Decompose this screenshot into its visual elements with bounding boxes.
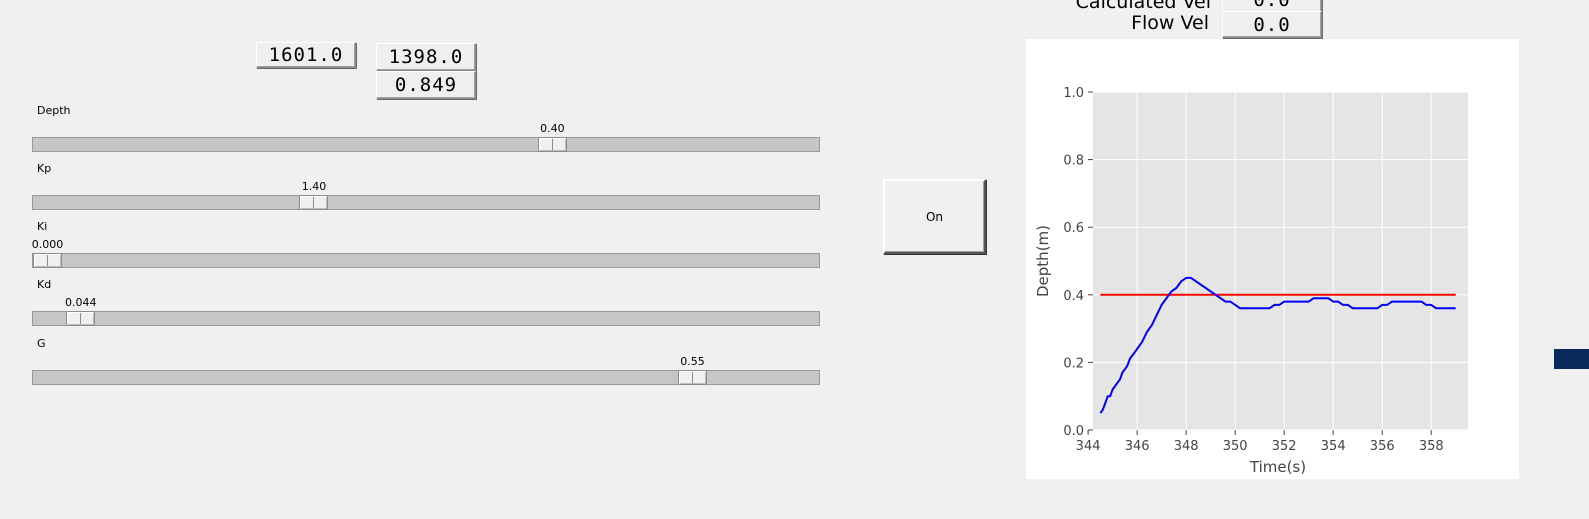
slider-kd-label: Kd (37, 278, 52, 291)
slider-ki-label: Ki (37, 220, 48, 233)
x-tick-label: 348 (1174, 439, 1199, 454)
readout-right-bottom: 0.849 (376, 71, 476, 99)
y-tick-label: 0.2 (1063, 356, 1084, 371)
slider-g-track[interactable] (32, 370, 820, 385)
flow-vel-label: Flow Vel (1131, 12, 1209, 34)
slider-depth-thumb[interactable] (537, 137, 567, 152)
slider-kp-value: 1.40 (301, 180, 327, 193)
slider-depth-track[interactable] (32, 137, 820, 152)
y-tick-label: 1.0 (1063, 86, 1084, 101)
x-tick-label: 354 (1321, 439, 1346, 454)
x-tick-label: 356 (1370, 439, 1395, 454)
slider-ki-track[interactable] (32, 253, 820, 268)
x-axis-label: Time(s) (1249, 458, 1306, 476)
y-tick-label: 0.6 (1063, 221, 1084, 236)
y-axis-label: Depth(m) (1034, 225, 1052, 297)
slider-g-label: G (37, 337, 46, 350)
slider-depth-label: Depth (37, 104, 71, 117)
slider-g-thumb[interactable] (677, 370, 707, 385)
y-tick-label: 0.8 (1063, 154, 1084, 169)
y-tick-label: 0.0 (1063, 424, 1084, 439)
x-tick-label: 344 (1076, 439, 1101, 454)
depth-chart: 344 346 348 350 352 354 356 358 0.0 0.2 0.4 0.6 0.8 1… (1034, 86, 1468, 476)
x-tick-label: 346 (1125, 439, 1150, 454)
readout-left: 1601.0 (256, 42, 356, 68)
slider-kp-track[interactable] (32, 195, 820, 210)
slider-g-value: 0.55 (680, 355, 705, 368)
readout-right-top: 1398.0 (376, 43, 476, 71)
slider-depth-value: 0.40 (540, 122, 565, 135)
slider-kd-track[interactable] (32, 311, 820, 326)
slider-kd-value: 0.044 (65, 296, 97, 309)
x-tick-label: 350 (1223, 439, 1248, 454)
y-tick-label: 0.4 (1063, 289, 1084, 304)
plot-panel: 344 346 348 350 352 354 356 358 0.0 0.2 0.4 0.6 0.8 1… (1026, 39, 1519, 479)
slider-kp-label: Kp (37, 162, 52, 175)
slider-kp-thumb[interactable] (299, 195, 329, 210)
flow-vel-field[interactable]: 0.0 (1222, 11, 1322, 38)
x-tick-label: 352 (1272, 439, 1297, 454)
x-tick-label: 358 (1419, 439, 1444, 454)
window-edge-strip (1554, 349, 1589, 369)
on-button[interactable]: On (883, 179, 986, 254)
slider-kd-thumb[interactable] (66, 311, 96, 326)
slider-ki-value: 0.000 (31, 238, 64, 251)
plot-area (1093, 92, 1468, 430)
slider-ki-thumb[interactable] (33, 253, 62, 268)
